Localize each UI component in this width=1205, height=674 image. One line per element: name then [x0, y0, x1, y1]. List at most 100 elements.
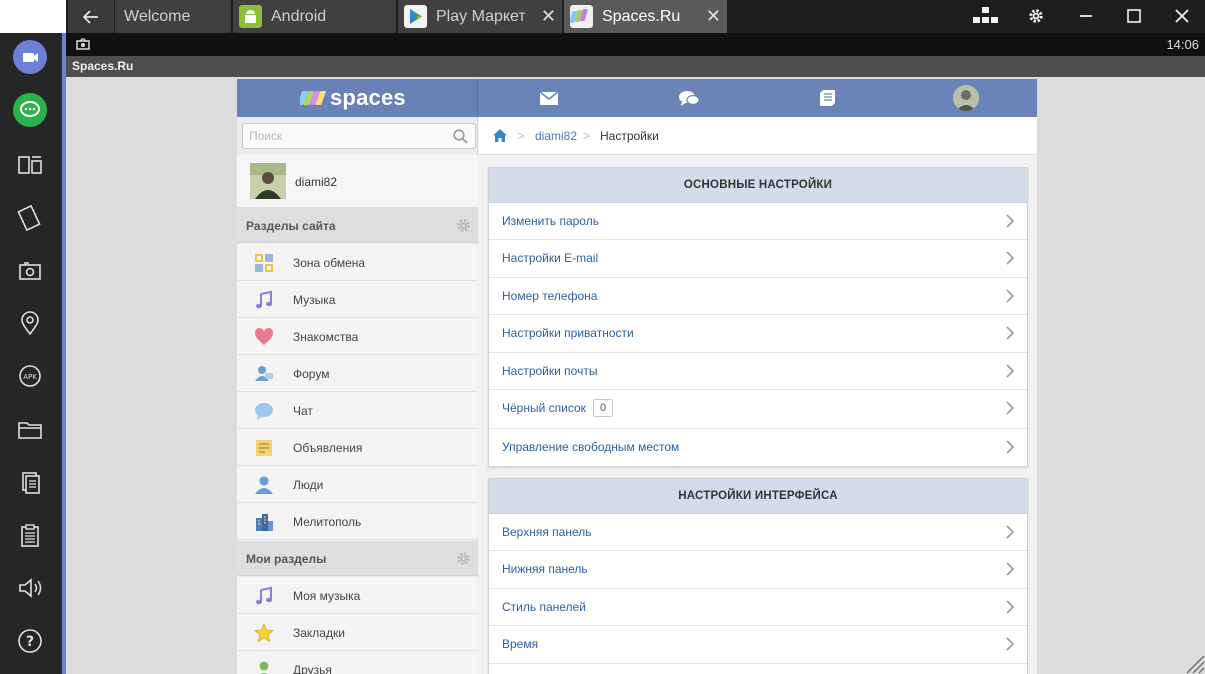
- friends-icon: [259, 661, 269, 674]
- sidebar-item-label: Моя музыка: [293, 589, 361, 603]
- multi-window-icon[interactable]: [13, 148, 47, 182]
- rotate-icon[interactable]: [13, 201, 47, 235]
- interface-settings-panel: НАСТРОЙКИ ИНТЕРФЕЙСА Верхняя панель Нижн…: [488, 478, 1028, 674]
- mail-icon: [539, 91, 559, 105]
- maximize-button[interactable]: [1114, 0, 1154, 33]
- minimize-button[interactable]: [1066, 0, 1106, 33]
- sidebar-item-label: Закладки: [293, 626, 345, 640]
- sidebar-item-friends[interactable]: Друзья: [237, 651, 478, 674]
- resize-grip-icon[interactable]: [1181, 650, 1205, 674]
- settings-gear-icon[interactable]: [1016, 0, 1056, 33]
- search-input[interactable]: [249, 126, 439, 146]
- android-icon: [239, 5, 262, 28]
- user-avatar[interactable]: [953, 85, 979, 111]
- sidebar-item-label: Чат: [293, 404, 313, 418]
- messages-button[interactable]: [660, 79, 716, 117]
- help-icon[interactable]: ?: [13, 624, 47, 658]
- sidebar-item-people[interactable]: Люди: [237, 466, 478, 503]
- logo-text: spaces: [330, 85, 406, 110]
- sidebar-item-music[interactable]: Музыка: [237, 281, 478, 318]
- search-box: [242, 123, 476, 149]
- section-title: Мои разделы: [246, 552, 327, 566]
- section-header-site: Разделы сайта: [237, 208, 478, 243]
- tab-welcome[interactable]: Welcome: [115, 0, 232, 33]
- chat-bubble-icon[interactable]: [13, 93, 47, 127]
- settings-row-storage[interactable]: Управление свободным местом: [489, 429, 1027, 466]
- journal-button[interactable]: [800, 79, 856, 117]
- sidebar-item-chat[interactable]: Чат: [237, 392, 478, 429]
- settings-row-panel-style[interactable]: Стиль панелей: [489, 589, 1027, 627]
- chevron-right-icon: [1006, 214, 1015, 228]
- chat-bubbles-icon: [679, 91, 700, 106]
- blacklist-count-badge: 0: [593, 398, 613, 417]
- chevron-right-icon: [1006, 440, 1015, 454]
- user-profile-row[interactable]: diami82: [237, 155, 478, 208]
- breadcrumb-user-link[interactable]: diami82: [535, 129, 577, 143]
- section-header-my: Мои разделы: [237, 541, 478, 576]
- settings-row-label: Настройки почты: [502, 363, 598, 378]
- sidebar-item-label: Зона обмена: [293, 256, 366, 270]
- sidebar-item-announcements[interactable]: Объявления: [237, 429, 478, 466]
- sidebar-item-forum[interactable]: Форум: [237, 355, 478, 392]
- tab-spaces-label: Spaces.Ru: [602, 8, 681, 25]
- spaces-app: spaces diami82 Разделы сайта: [237, 79, 1037, 674]
- chevron-right-icon: [1006, 289, 1015, 303]
- gear-icon[interactable]: [456, 551, 471, 566]
- location-icon[interactable]: [13, 306, 47, 340]
- settings-row-blacklist[interactable]: Чёрный список 0: [489, 390, 1027, 429]
- sidebar-item-dating[interactable]: Знакомства: [237, 318, 478, 355]
- video-camera-icon[interactable]: [13, 40, 47, 74]
- settings-row-top-panel[interactable]: Верхняя панель: [489, 514, 1027, 552]
- settings-row-bottom-panel[interactable]: Нижняя панель: [489, 551, 1027, 589]
- close-icon[interactable]: ✕: [706, 0, 721, 33]
- tab-android[interactable]: Android: [233, 0, 397, 33]
- tab-play-market[interactable]: Play Маркет ✕: [398, 0, 563, 33]
- keyboard-icon[interactable]: [966, 0, 1006, 33]
- chevron-right-icon: [1006, 525, 1015, 539]
- sidebar-item-exchange-zone[interactable]: Зона обмена: [237, 244, 478, 281]
- settings-row-phone[interactable]: Номер телефона: [489, 278, 1027, 316]
- sidebar-item-label: Мелитополь: [293, 515, 362, 529]
- volume-icon[interactable]: [13, 571, 47, 605]
- settings-row-privacy[interactable]: Настройки приватности: [489, 315, 1027, 353]
- sidebar-item-bookmarks[interactable]: Закладки: [237, 614, 478, 651]
- folder-icon[interactable]: [13, 412, 47, 446]
- breadcrumb-current: Настройки: [600, 129, 659, 143]
- copy-icon[interactable]: [13, 465, 47, 499]
- close-icon[interactable]: ✕: [541, 0, 556, 33]
- apk-icon[interactable]: APK: [13, 359, 47, 393]
- settings-row-email[interactable]: Настройки E-mail: [489, 240, 1027, 278]
- basic-settings-panel: ОСНОВНЫЕ НАСТРОЙКИ Изменить пароль Настр…: [488, 167, 1028, 468]
- settings-row-mail[interactable]: Настройки почты: [489, 353, 1027, 390]
- tab-spaces[interactable]: Spaces.Ru ✕: [564, 0, 728, 33]
- emulator-sidebar: APK ?: [0, 33, 62, 674]
- home-icon[interactable]: [492, 128, 508, 143]
- sidebar-item-label: Форум: [293, 367, 330, 381]
- music-note-icon: [256, 586, 272, 605]
- announcements-icon: [256, 440, 272, 456]
- paste-icon[interactable]: [13, 518, 47, 552]
- window-corner: [0, 0, 66, 33]
- settings-row-label: Чёрный список: [502, 400, 586, 415]
- camera-icon[interactable]: [13, 254, 47, 288]
- forum-icon: [255, 366, 273, 381]
- site-logo[interactable]: spaces: [237, 79, 478, 117]
- chevron-right-icon: [1006, 637, 1015, 651]
- chevron-right-icon: [1006, 363, 1015, 378]
- spaces-icon: [569, 5, 593, 28]
- settings-row-time[interactable]: Время: [489, 626, 1027, 664]
- gear-icon[interactable]: [456, 218, 471, 233]
- settings-row-password[interactable]: Изменить пароль: [489, 203, 1027, 241]
- sidebar-item-label: Друзья: [293, 663, 332, 674]
- tab-play-market-label: Play Маркет: [436, 8, 526, 25]
- search-icon[interactable]: [453, 129, 468, 144]
- breadcrumb: > diami82 > Настройки: [479, 117, 1037, 155]
- sidebar-item-city[interactable]: Мелитополь: [237, 503, 478, 540]
- chevron-right-icon: [1006, 600, 1015, 614]
- android-status-bar: 14:06: [66, 33, 1205, 56]
- mail-button[interactable]: [521, 79, 577, 117]
- window-close-button[interactable]: [1162, 0, 1202, 33]
- sidebar-item-my-music[interactable]: Моя музыка: [237, 577, 478, 614]
- back-button[interactable]: [68, 0, 114, 33]
- panel-title: ОСНОВНЫЕ НАСТРОЙКИ: [489, 168, 1027, 203]
